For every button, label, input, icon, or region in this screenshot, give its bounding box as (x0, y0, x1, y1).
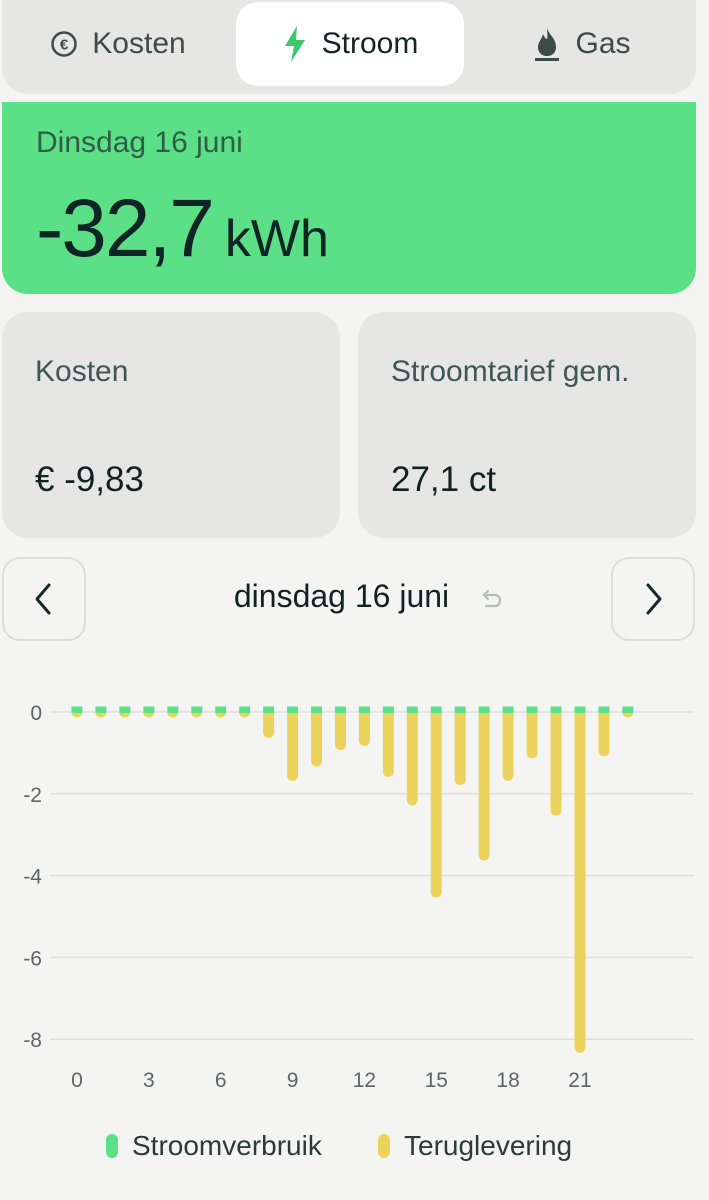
legend-swatch (378, 1134, 390, 1158)
bar-stroomverbruik (334, 706, 346, 713)
bar-stroomverbruik (215, 706, 227, 713)
bar-stroomverbruik (191, 706, 203, 713)
bar-stroomverbruik (598, 706, 610, 713)
x-tick-label: 15 (425, 1069, 448, 1092)
bar-stroomverbruik (478, 706, 490, 713)
bar-teruglevering (334, 706, 346, 751)
segmented-tabs: € Kosten Stroom Gas (2, 0, 696, 94)
x-tick-label: 6 (215, 1069, 227, 1092)
bar-stroomverbruik (406, 706, 418, 713)
bar-teruglevering (311, 706, 322, 767)
bar-teruglevering (478, 706, 490, 861)
tab-stroom[interactable]: Stroom (236, 2, 464, 86)
x-tick-label: 12 (353, 1069, 376, 1092)
chart-legend: Stroomverbruik Teruglevering (0, 1130, 709, 1170)
bar-teruglevering (430, 706, 442, 898)
bar-stroomverbruik (382, 706, 394, 713)
legend-item-teruglevering[interactable]: Teruglevering (378, 1130, 572, 1162)
bar-teruglevering (598, 706, 610, 757)
costs-value: € -9,83 (35, 460, 144, 499)
bar-stroomverbruik (119, 706, 131, 713)
bar-stroomverbruik (526, 706, 538, 713)
y-tick-label: 0 (30, 702, 42, 725)
bar-teruglevering (502, 706, 514, 781)
x-tick-label: 18 (496, 1069, 519, 1092)
legend-label: Stroomverbruik (132, 1130, 322, 1161)
bar-teruglevering (526, 706, 538, 759)
bar-stroomverbruik (263, 706, 275, 713)
bar-stroomverbruik (95, 706, 107, 713)
bar-teruglevering (287, 706, 299, 781)
bar-stroomverbruik (358, 706, 370, 713)
selected-date: dinsdag 16 juni (0, 578, 709, 615)
bar-stroomverbruik (167, 706, 179, 713)
tab-kosten[interactable]: € Kosten (2, 2, 234, 86)
bar-stroomverbruik (454, 706, 466, 713)
legend-item-stroomverbruik[interactable]: Stroomverbruik (106, 1130, 322, 1162)
bar-stroomverbruik (502, 706, 514, 713)
usage-summary-card: Dinsdag 16 juni -32,7 kWh (2, 102, 696, 294)
next-day-button[interactable] (611, 557, 695, 641)
tab-kosten-label: Kosten (92, 27, 186, 60)
svg-text:€: € (60, 37, 69, 54)
chevron-right-icon (646, 583, 662, 615)
summary-amount: -32,7 (36, 183, 215, 274)
y-tick-label: -8 (23, 1029, 42, 1052)
x-tick-label: 21 (568, 1069, 591, 1092)
bar-stroomverbruik (287, 706, 299, 713)
bar-stroomverbruik (574, 706, 586, 713)
tab-gas[interactable]: Gas (468, 2, 696, 86)
summary-date: Dinsdag 16 juni (36, 126, 243, 159)
bar-teruglevering (574, 706, 586, 1053)
x-tick-label: 3 (143, 1069, 155, 1092)
bar-stroomverbruik (622, 706, 634, 713)
undo-icon[interactable] (478, 586, 504, 617)
legend-swatch (106, 1134, 118, 1158)
bar-teruglevering (454, 706, 466, 785)
bar-teruglevering (550, 706, 562, 816)
x-tick-label: 0 (71, 1069, 83, 1092)
bar-teruglevering (382, 706, 394, 777)
bar-stroomverbruik (550, 706, 562, 713)
bar-stroomverbruik (311, 706, 322, 713)
bar-stroomverbruik (71, 706, 83, 713)
bar-teruglevering (406, 706, 418, 806)
y-tick-label: -6 (23, 947, 42, 970)
costs-label: Kosten (35, 355, 129, 388)
tariff-value: 27,1 ct (391, 460, 497, 499)
flame-icon (533, 26, 561, 62)
bar-stroomverbruik (143, 706, 155, 713)
hourly-usage-chart: 0 -2 -4 -6 -8 0 3 6 9 12 15 18 21 (23, 702, 694, 1092)
tariff-label: Stroomtarief gem. (391, 355, 630, 388)
summary-unit: kWh (224, 210, 329, 268)
bar-stroomverbruik (239, 706, 251, 713)
euro-circle-icon: € (50, 30, 78, 58)
tab-stroom-label: Stroom (321, 27, 419, 60)
x-tick-label: 9 (287, 1069, 299, 1092)
selected-date-label: dinsdag 16 juni (233, 578, 450, 614)
legend-label: Teruglevering (404, 1130, 573, 1161)
summary-value: -32,7 kWh (36, 182, 329, 276)
tariff-card: Stroomtarief gem. 27,1 ct (358, 312, 696, 538)
bar-stroomverbruik (430, 706, 442, 713)
lightning-icon (282, 25, 308, 63)
costs-card: Kosten € -9,83 (2, 312, 340, 538)
tab-gas-label: Gas (575, 27, 631, 60)
y-tick-label: -4 (23, 866, 42, 889)
y-tick-label: -2 (23, 784, 42, 807)
